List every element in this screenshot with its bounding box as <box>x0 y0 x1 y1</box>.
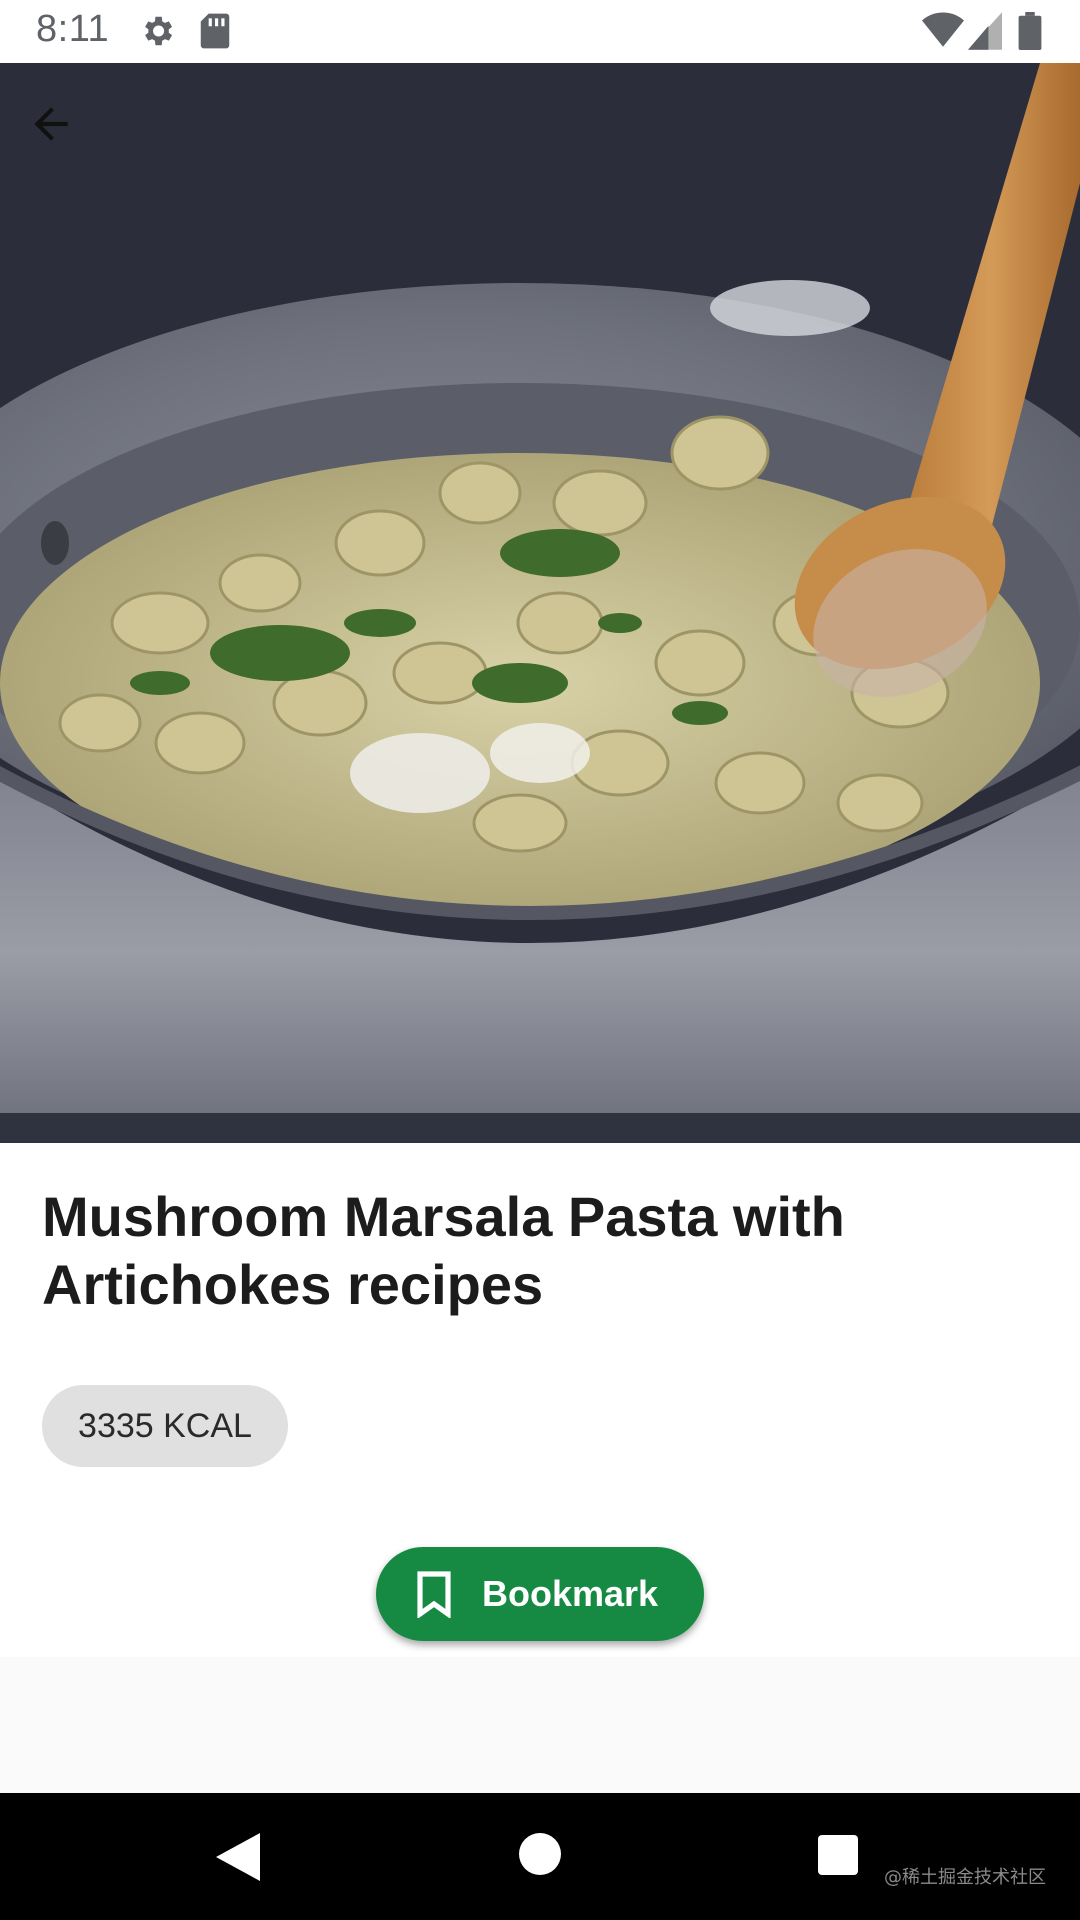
recents-square-icon[interactable] <box>818 1835 858 1880</box>
recipe-details: Mushroom Marsala Pasta with Artichokes r… <box>0 1143 1080 1657</box>
recipe-title: Mushroom Marsala Pasta with Artichokes r… <box>42 1185 845 1316</box>
status-time: 8:11 <box>36 8 110 50</box>
system-nav-bar: @稀土掘金技术社区 <box>0 1793 1080 1920</box>
back-triangle-icon[interactable] <box>216 1833 260 1886</box>
calories-chip: 3335 KCAL <box>42 1385 288 1467</box>
home-circle-icon[interactable] <box>519 1833 561 1880</box>
gear-icon <box>138 12 176 55</box>
bookmark-label: Bookmark <box>481 1573 659 1614</box>
battery-icon <box>1018 12 1042 55</box>
wifi-icon <box>922 12 964 55</box>
cell-signal-icon <box>968 12 1002 55</box>
watermark: @稀土掘金技术社区 <box>884 1867 1046 1888</box>
status-bar: 8:11 <box>0 0 1080 63</box>
pasta-pot-illustration <box>0 63 1080 1143</box>
bookmark-button[interactable]: Bookmark <box>376 1547 704 1641</box>
bookmark-icon <box>417 1571 451 1618</box>
recipe-image <box>0 63 1080 1143</box>
bottom-spacer <box>0 1657 1080 1793</box>
arrow-back-icon <box>34 107 68 141</box>
back-button[interactable] <box>26 99 98 171</box>
sd-card-icon <box>198 12 232 55</box>
